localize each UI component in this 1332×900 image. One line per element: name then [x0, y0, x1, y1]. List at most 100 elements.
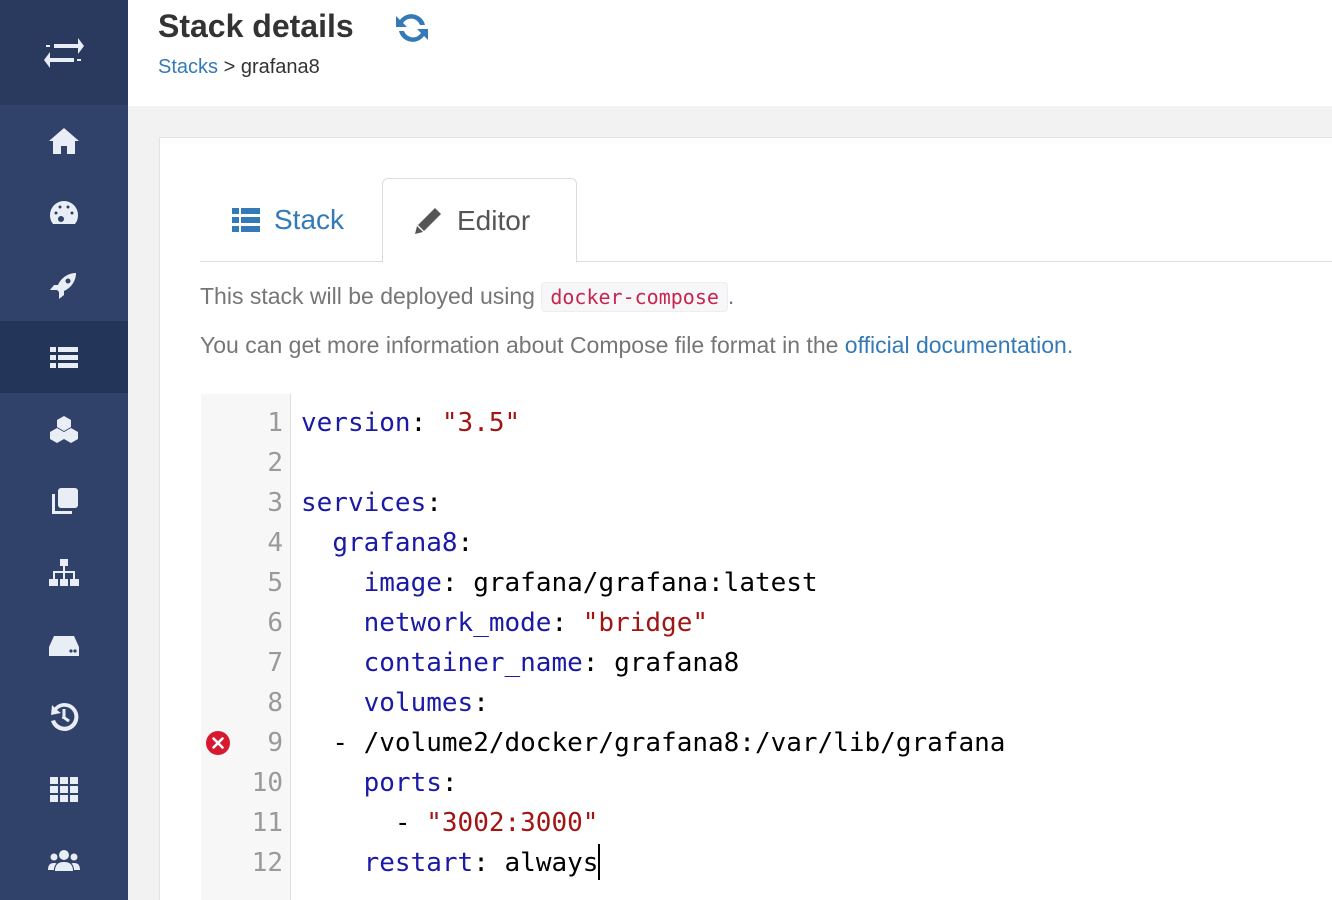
sidebar-item-host[interactable] [0, 753, 128, 825]
sidebar-item-containers[interactable] [0, 465, 128, 537]
code-text: version: "3.5" [301, 403, 520, 443]
line-number: 11 [251, 808, 283, 838]
sidebar-item-services[interactable] [0, 393, 128, 465]
yaml-value: always [504, 848, 599, 878]
code-line[interactable]: 4 grafana8: [201, 523, 1332, 563]
line-number: 12 [251, 848, 283, 878]
error-icon[interactable] [205, 730, 231, 756]
sitemap-icon [49, 559, 79, 586]
rocket-icon [50, 273, 76, 299]
line-number: 7 [267, 648, 283, 678]
line-number: 8 [267, 688, 283, 718]
sidebar-item-stacks[interactable] [0, 321, 128, 393]
code-line[interactable]: 12 restart: always [201, 843, 1332, 883]
list-icon [50, 347, 78, 368]
sidebar-item-dashboard[interactable] [0, 177, 128, 249]
code-text: container_name: grafana8 [301, 643, 740, 683]
sidebar [0, 0, 128, 900]
yaml-value: "3.5" [441, 408, 521, 438]
yaml-key: image [363, 568, 442, 598]
line-number: 3 [267, 488, 283, 518]
tab-bar: Stack Editor [200, 178, 1332, 263]
table-list-icon [232, 208, 260, 232]
breadcrumb-current: grafana8 [240, 56, 320, 78]
sidebar-item-events[interactable] [0, 681, 128, 753]
code-text: network_mode: "bridge" [301, 603, 708, 643]
deploy-info: This stack will be deployed using docker… [200, 282, 734, 312]
hdd-icon [49, 636, 79, 656]
line-number: 6 [267, 608, 283, 638]
tab-editor-label: Editor [457, 204, 531, 236]
yaml-key: network_mode [363, 608, 552, 638]
yaml-key: ports [363, 768, 442, 798]
yaml-key: grafana8 [332, 528, 458, 558]
sidebar-toggle[interactable] [0, 0, 128, 105]
code-line[interactable]: 8 volumes: [201, 683, 1332, 723]
code-line[interactable]: 2 [201, 443, 1332, 483]
yaml-value: grafana8 [614, 648, 740, 678]
yaml-punct: : [473, 688, 489, 718]
users-icon [48, 850, 80, 871]
line-number: 4 [267, 528, 283, 558]
breadcrumb-separator: > [223, 56, 236, 78]
yaml-value: "3002:3000" [426, 808, 599, 838]
compose-doc-text: You can get more information about Compo… [200, 332, 839, 358]
line-number: 1 [267, 408, 283, 438]
compose-doc-suffix: . [1066, 332, 1074, 358]
code-text: restart: always [301, 843, 601, 883]
yaml-punct: : [426, 488, 442, 518]
yaml-punct: : [457, 528, 474, 558]
code-text: grafana8: [301, 523, 473, 563]
code-text: - "3002:3000" [301, 803, 599, 843]
line-number: 2 [267, 448, 283, 478]
code-text: - /volume2/docker/grafana8:/var/lib/graf… [301, 723, 1005, 763]
sidebar-item-home[interactable] [0, 105, 128, 177]
code-line[interactable]: 6 network_mode: "bridge" [201, 603, 1332, 643]
yaml-punct: : [441, 768, 458, 798]
dashboard-icon [49, 201, 79, 224]
yaml-key: version [301, 408, 411, 438]
code-line[interactable]: 9 - /volume2/docker/grafana8:/var/lib/gr… [201, 723, 1332, 763]
code-text: ports: [301, 763, 458, 803]
sidebar-item-users[interactable] [0, 825, 128, 897]
tab-editor[interactable]: Editor [382, 178, 577, 263]
clone-icon [52, 488, 78, 514]
yaml-value: grafana/grafana:latest [473, 568, 818, 598]
deploy-info-text: This stack will be deployed using [200, 283, 535, 309]
official-documentation-link[interactable]: official documentation [845, 332, 1067, 358]
page-title: Stack details [158, 8, 354, 44]
sidebar-item-app-templates[interactable] [0, 249, 128, 321]
tab-stack-label: Stack [274, 204, 345, 235]
code-editor[interactable]: 1 version: "3.5" 2 3 services: 4 grafana8: 5 i… [201, 394, 1332, 900]
home-icon [49, 128, 79, 154]
cubes-icon [50, 416, 78, 443]
yaml-punct: : [410, 408, 442, 438]
yaml-punct: : [441, 568, 474, 598]
code-line[interactable]: 11 - "3002:3000" [201, 803, 1332, 843]
code-line[interactable]: 3 services: [201, 483, 1332, 523]
text-cursor [598, 843, 601, 880]
refresh-icon[interactable] [392, 8, 432, 48]
grid-icon [50, 777, 78, 802]
sidebar-item-networks[interactable] [0, 537, 128, 609]
compose-doc-info: You can get more information about Compo… [200, 332, 1073, 359]
yaml-value: /volume2/docker/grafana8:/var/lib/grafan… [363, 728, 1006, 758]
code-text: services: [301, 483, 442, 523]
yaml-value: "bridge" [582, 608, 709, 638]
yaml-punct: : [582, 648, 615, 678]
yaml-key: container_name [363, 648, 583, 678]
yaml-key: volumes [363, 688, 474, 718]
line-number: 5 [267, 568, 283, 598]
code-line[interactable]: 7 container_name: grafana8 [201, 643, 1332, 683]
code-line[interactable]: 1 version: "3.5" [201, 403, 1332, 443]
breadcrumb-stacks-link[interactable]: Stacks [158, 56, 218, 78]
code-line[interactable]: 5 image: grafana/grafana:latest [201, 563, 1332, 603]
code-line[interactable]: 10 ports: [201, 763, 1332, 803]
tab-stack[interactable]: Stack [200, 178, 382, 262]
yaml-key: restart [363, 848, 474, 878]
sidebar-item-volumes[interactable] [0, 609, 128, 681]
yaml-punct: : [551, 608, 583, 638]
yaml-punct: - [394, 808, 427, 838]
yaml-punct: : [473, 848, 505, 878]
pencil-icon [415, 207, 441, 234]
